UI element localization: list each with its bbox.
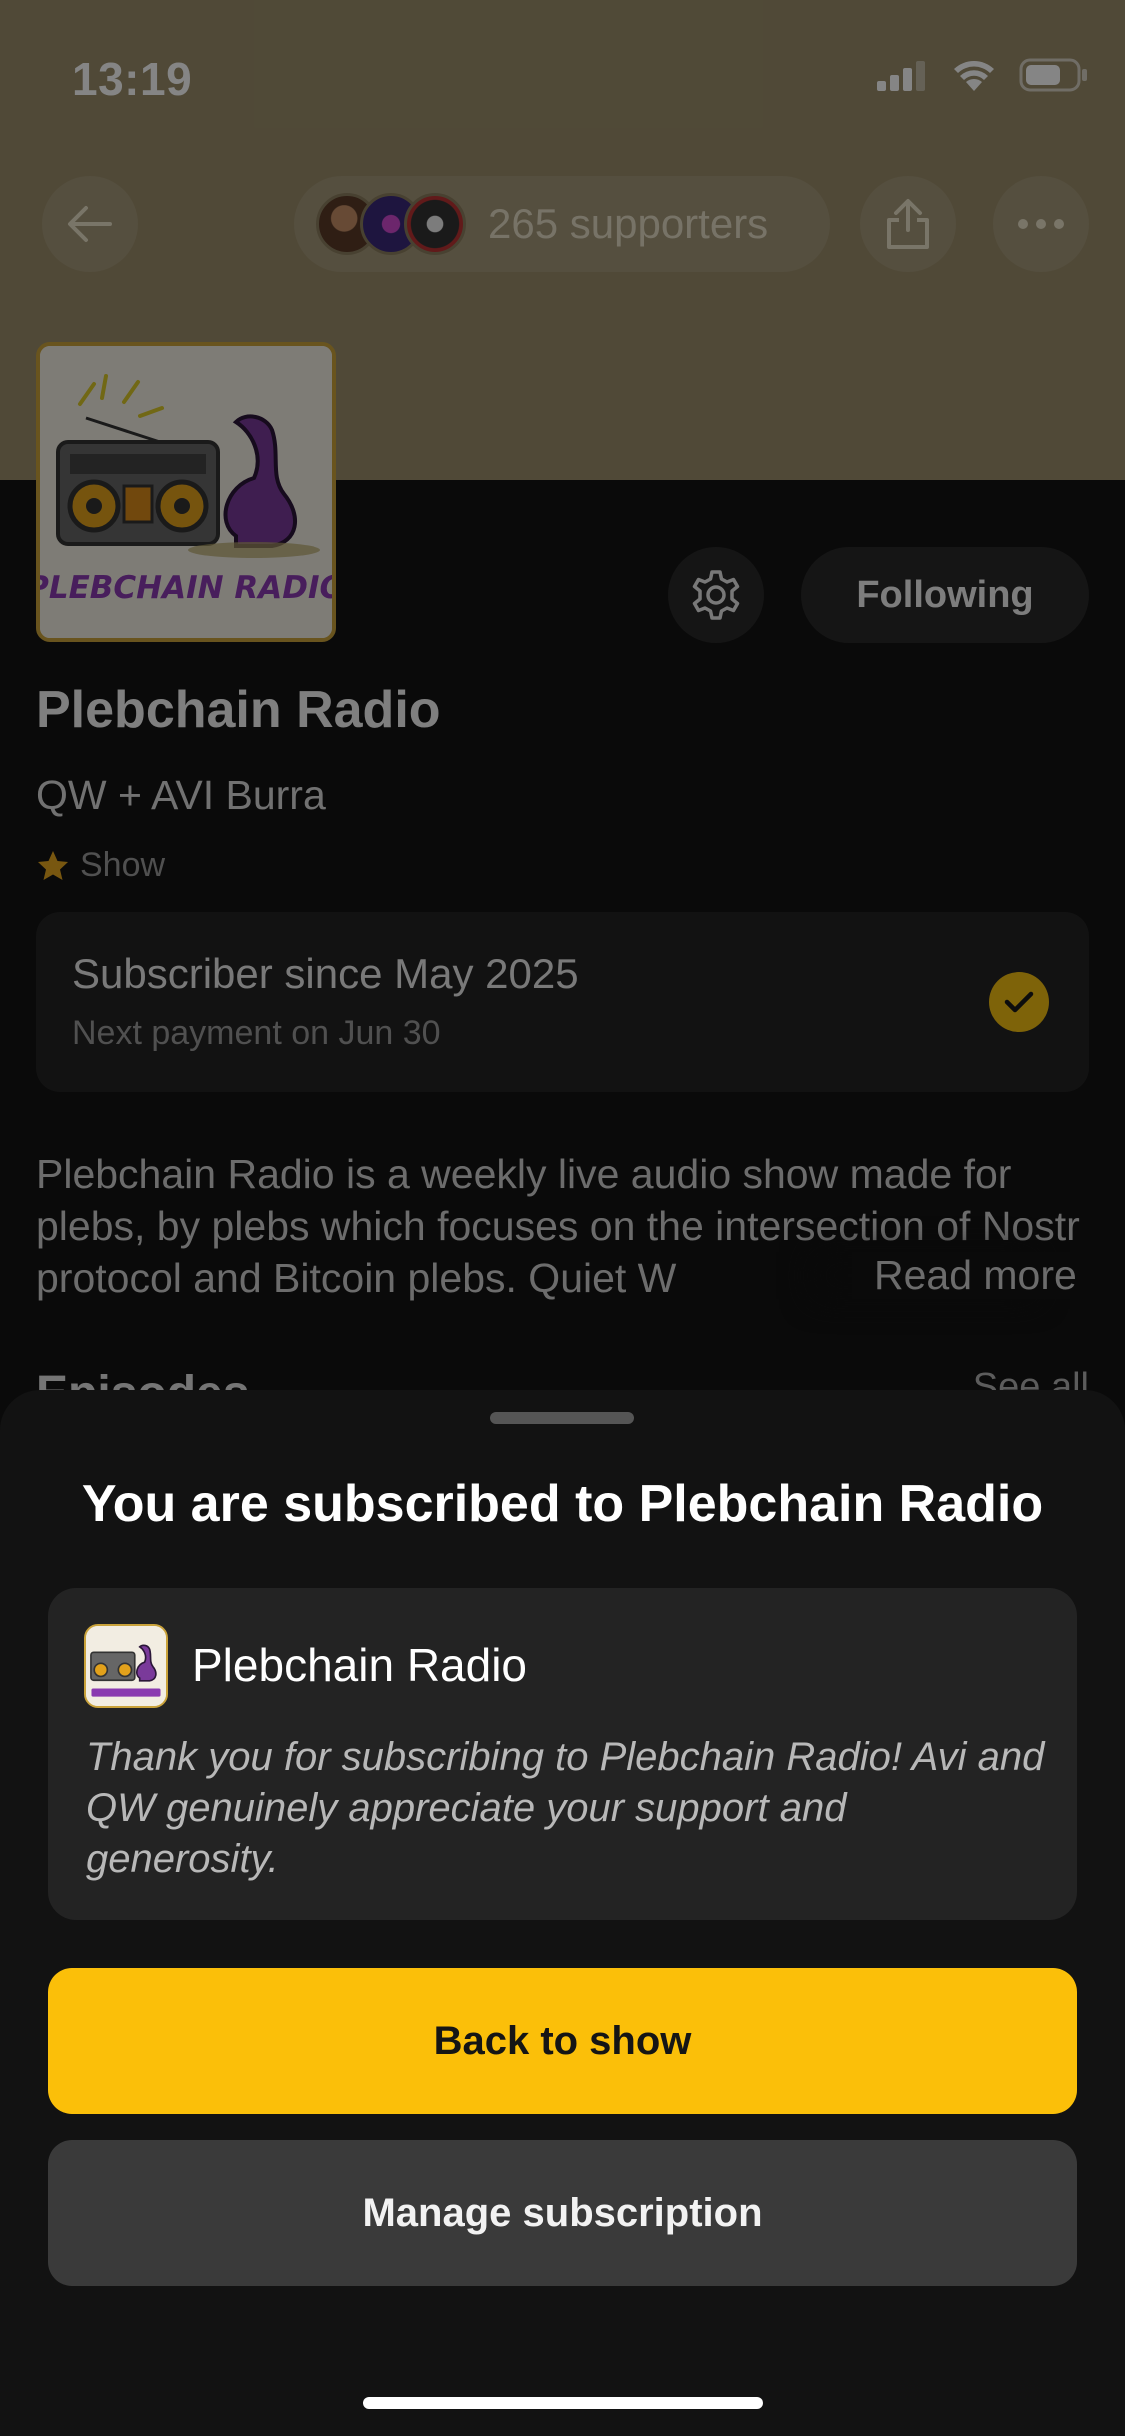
thank-you-card: Plebchain Radio Thank you for subscribin…: [48, 1588, 1077, 1920]
home-indicator[interactable]: [363, 2397, 763, 2409]
card-show-name: Plebchain Radio: [192, 1639, 528, 1691]
sheet-title: You are subscribed to Plebchain Radio: [81, 1475, 1044, 1533]
thank-you-message: Thank you for subscribing to Plebchain R…: [86, 1735, 1045, 1881]
back-to-show-button[interactable]: Back to show: [48, 1968, 1077, 2114]
manage-subscription-button[interactable]: Manage subscription: [48, 2140, 1077, 2286]
subscription-confirmation-sheet: You are subscribed to Plebchain Radio Pl…: [0, 1390, 1125, 2436]
show-icon: [84, 1624, 168, 1708]
sheet-grabber[interactable]: [490, 1412, 634, 1424]
